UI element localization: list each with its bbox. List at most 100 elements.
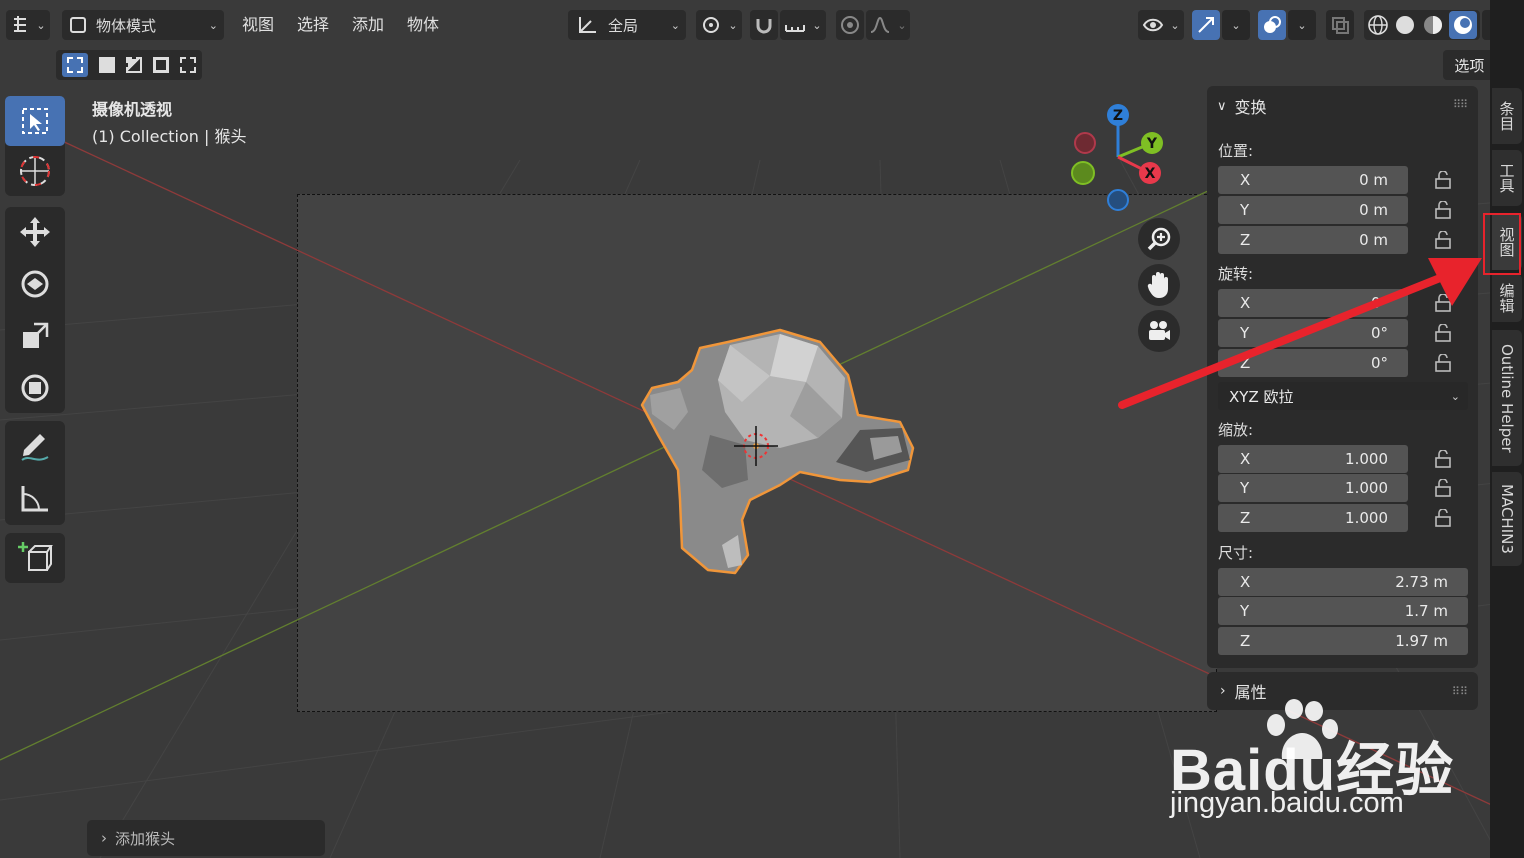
measure-ruler-icon <box>21 486 48 512</box>
tool-annotate[interactable] <box>5 421 65 473</box>
menu-object[interactable]: 物体 <box>407 10 439 40</box>
mode-dropdown[interactable]: 物体模式 ⌄ <box>62 10 224 40</box>
lock-scale-x-icon[interactable] <box>1433 450 1455 468</box>
visibility-dropdown[interactable]: ⌄ <box>1138 10 1184 40</box>
options-label: 选项 <box>1454 56 1485 75</box>
transform-orientation-dropdown[interactable]: 全局 ⌄ <box>568 10 686 40</box>
drag-handle-icon[interactable]: ⠿⠿ <box>1453 98 1468 111</box>
zoom-magnifier-icon <box>1147 227 1171 251</box>
tool-select-box[interactable] <box>5 96 65 146</box>
pivot-icon <box>703 17 720 33</box>
add-cube-icon <box>18 542 53 571</box>
transform-panel-header[interactable]: ∨ 变换 <box>1217 94 1267 118</box>
tab-item-label: 条目 <box>1497 101 1516 131</box>
toolbar-group-add <box>5 533 65 583</box>
dimensions-label: 尺寸: <box>1218 544 1254 562</box>
select-mode-group <box>56 50 202 80</box>
move-icon <box>20 217 50 247</box>
last-operator-panel[interactable]: › 添加猴头 <box>87 820 325 856</box>
tab-tool[interactable]: 工具 <box>1492 150 1522 206</box>
menu-select[interactable]: 选择 <box>297 10 329 40</box>
watermark-url: jingyan.baidu.com <box>1170 787 1404 819</box>
tab-outline-helper[interactable]: Outline Helper <box>1492 330 1522 466</box>
lock-location-y-icon[interactable] <box>1433 201 1455 219</box>
lock-location-z-icon[interactable] <box>1433 231 1455 249</box>
tab-machin3-label: MACHIN3 <box>1498 484 1516 554</box>
tool-transform[interactable] <box>5 363 65 413</box>
orientation-label: 全局 <box>608 16 639 35</box>
overlay-icon <box>1264 16 1281 33</box>
location-x-field[interactable]: X0 m <box>1218 166 1408 194</box>
tab-outline-helper-label: Outline Helper <box>1498 343 1516 453</box>
transform-title: 变换 <box>1234 98 1267 117</box>
overlay-dropdown[interactable]: ⌄ <box>1288 10 1316 40</box>
scale-x-field[interactable]: X 1.000 <box>1218 445 1408 473</box>
gizmo-dropdown[interactable]: ⌄ <box>1222 10 1250 40</box>
location-label: 位置: <box>1218 142 1254 160</box>
gizmo-y-label: Y <box>1146 136 1158 152</box>
proportional-edit-icon <box>841 16 859 34</box>
drag-handle-icon[interactable]: ⠿⠿ <box>1452 685 1468 698</box>
gizmo-icon <box>1198 17 1214 33</box>
dimension-y-field[interactable]: Y 1.7 m <box>1218 597 1468 625</box>
xray-icon <box>1332 17 1349 34</box>
scale-icon <box>23 322 49 348</box>
tool-measure[interactable] <box>5 473 65 525</box>
menu-add[interactable]: 添加 <box>352 10 384 40</box>
scale-y-field[interactable]: Y 1.000 <box>1218 474 1408 502</box>
tab-edit[interactable]: 编辑 <box>1492 274 1522 322</box>
lock-scale-y-icon[interactable] <box>1433 479 1455 497</box>
pivot-point-button[interactable]: ⌄ <box>696 10 742 40</box>
magnet-icon <box>756 19 772 34</box>
y-axis-line <box>0 189 1211 761</box>
toolbar-group-transform <box>5 207 65 413</box>
material-shading-icon[interactable] <box>1422 14 1444 36</box>
tool-move[interactable] <box>5 207 65 257</box>
chevron-right-icon: › <box>101 829 107 847</box>
select-extend-icon[interactable] <box>98 57 115 73</box>
lock-location-x-icon[interactable] <box>1433 171 1455 189</box>
tab-machin3[interactable]: MACHIN3 <box>1492 472 1522 566</box>
object-mode-icon <box>70 17 86 33</box>
gizmo-z-label: Z <box>1113 108 1123 124</box>
gizmo-toggle[interactable] <box>1192 10 1220 40</box>
menu-view[interactable]: 视图 <box>242 10 274 40</box>
rendered-shading-button[interactable] <box>1449 11 1478 39</box>
scale-label: 缩放: <box>1218 421 1254 439</box>
eye-icon <box>1143 18 1164 32</box>
snap-increment-icon <box>785 25 806 32</box>
shading-mode-group <box>1364 10 1480 40</box>
snap-toggle[interactable] <box>750 10 778 40</box>
select-intersect-icon[interactable] <box>180 57 197 73</box>
tool-cursor[interactable] <box>5 146 65 196</box>
overlay-toggle[interactable] <box>1258 10 1286 40</box>
last-operator-label: 添加猴头 <box>115 829 176 848</box>
dimension-x-field[interactable]: X 2.73 m <box>1218 568 1468 596</box>
transform-icon <box>21 374 49 402</box>
monkey-object[interactable] <box>630 320 930 590</box>
dimension-z-field[interactable]: Z 1.97 m <box>1218 627 1468 655</box>
proportional-edit-toggle[interactable] <box>836 10 864 40</box>
xray-toggle[interactable] <box>1326 10 1354 40</box>
tool-add-cube[interactable] <box>5 533 65 583</box>
mode-label: 物体模式 <box>96 16 157 35</box>
solid-shading-icon[interactable] <box>1394 14 1416 36</box>
falloff-dropdown[interactable]: ⌄ <box>866 10 910 40</box>
annotation-arrow <box>1118 258 1482 409</box>
select-invert-icon[interactable] <box>153 57 170 73</box>
wireframe-shading-icon[interactable] <box>1367 14 1389 36</box>
select-subtract-icon[interactable] <box>125 57 142 73</box>
tab-item[interactable]: 条目 <box>1492 88 1522 144</box>
location-y-field[interactable]: Y0 m <box>1218 196 1408 224</box>
tool-rotate[interactable] <box>5 259 65 309</box>
annotate-pencil-icon <box>21 434 49 461</box>
editor-type-button[interactable]: ⌄ <box>6 10 50 40</box>
navigation-gizmo[interactable]: Z Y X <box>1068 100 1168 218</box>
snap-target-dropdown[interactable]: ⌄ <box>780 10 826 40</box>
scale-z-field[interactable]: Z 1.000 <box>1218 504 1408 532</box>
rendered-shading-icon <box>1454 16 1473 34</box>
select-new-button[interactable] <box>61 53 88 77</box>
lock-scale-z-icon[interactable] <box>1433 509 1455 527</box>
collection-info: (1) Collection | 猴头 <box>92 127 247 146</box>
tool-scale[interactable] <box>5 311 65 361</box>
